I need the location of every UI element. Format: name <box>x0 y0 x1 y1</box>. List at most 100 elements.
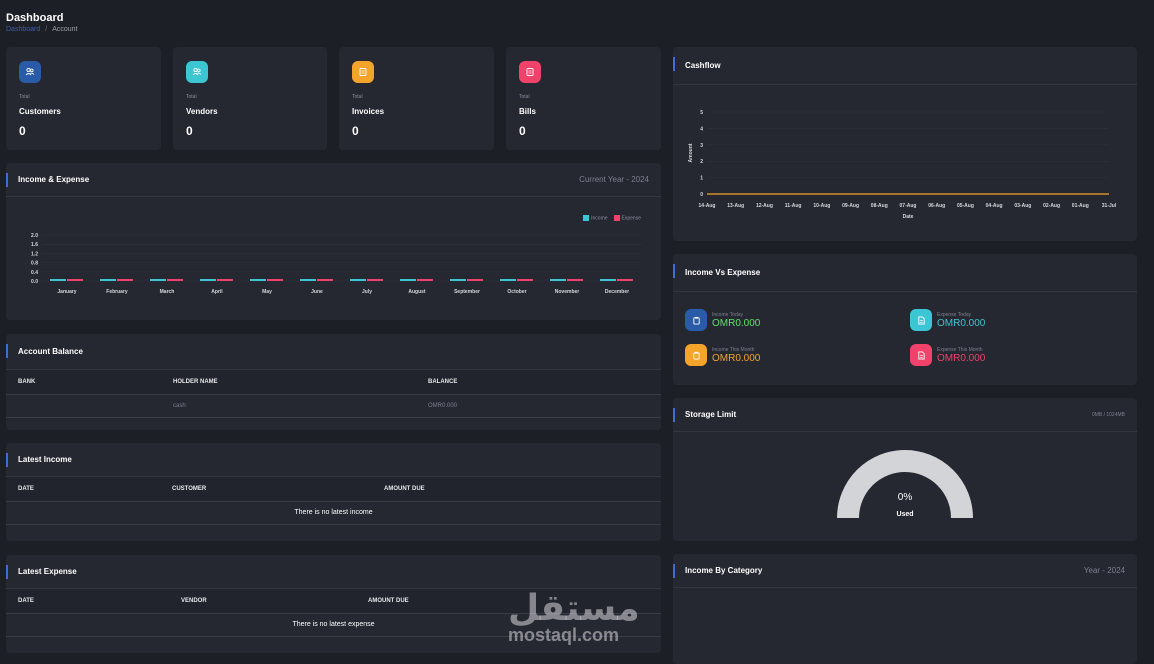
stat-caption: Total <box>186 94 197 100</box>
breadcrumb-dashboard-link[interactable]: Dashboard <box>6 26 40 33</box>
stat-label: Invoices <box>352 107 385 116</box>
column-header-vendor: VENDOR <box>169 589 356 614</box>
bar-expense <box>417 279 433 281</box>
card-header: Income Vs Expense <box>673 254 1137 292</box>
table-row: cash OMR0.000 <box>6 394 661 418</box>
cell-balance: OMR0.000 <box>416 394 661 418</box>
y-tick-label: 0.8 <box>31 261 38 267</box>
bar-income <box>100 279 116 281</box>
y-tick-label: 0.0 <box>31 279 38 285</box>
card-header: Latest Expense <box>6 555 661 589</box>
stat-value: 0 <box>519 124 526 138</box>
card-title: Storage Limit <box>685 410 737 419</box>
y-tick-label: 2.0 <box>31 233 38 239</box>
x-tick-label: 05-Aug <box>957 203 974 209</box>
x-tick-label: October <box>507 289 526 295</box>
y-tick-label: 5 <box>700 110 703 116</box>
x-tick-label: September <box>454 289 480 295</box>
card-title: Income Vs Expense <box>685 268 761 277</box>
document-icon <box>910 309 932 331</box>
x-tick-label: 11-Aug <box>785 203 802 209</box>
card-title: Income & Expense <box>18 175 90 184</box>
x-tick-label: 07-Aug <box>900 203 917 209</box>
clipboard-icon <box>685 309 707 331</box>
storage-limit-card: Storage Limit 0MB / 1024MB 0% Used <box>673 398 1137 541</box>
users-icon <box>19 61 41 83</box>
card-title: Cashflow <box>685 61 721 70</box>
x-tick-label: March <box>160 289 175 295</box>
bar-expense <box>217 279 233 281</box>
bar-income <box>150 279 166 281</box>
cashflow-card: Cashflow 0 1 2 3 4 5 14-Aug 13-Aug 12-Aug 11-Aug 1… <box>673 47 1137 241</box>
card-title: Account Balance <box>18 347 83 356</box>
stat-caption: Total <box>19 94 30 100</box>
card-header: Latest Income <box>6 443 661 477</box>
bar-expense <box>367 279 383 281</box>
x-tick-label: January <box>57 289 76 295</box>
bar-income <box>500 279 516 281</box>
expense-today-stat: Expense Today OMR0.000 <box>910 309 985 331</box>
bar-income <box>50 279 66 281</box>
stat-label: Customers <box>19 107 61 116</box>
income-by-category-card: Income By Category Year - 2024 <box>673 554 1137 664</box>
bar-expense <box>267 279 283 281</box>
card-subtitle: Current Year - 2024 <box>579 175 649 184</box>
x-tick-label: 12-Aug <box>756 203 773 209</box>
bar-expense <box>117 279 133 281</box>
column-header-holder-name: HOLDER NAME <box>161 370 416 395</box>
empty-message: There is no latest income <box>6 501 661 525</box>
x-tick-label: 04-Aug <box>986 203 1003 209</box>
stat-card-invoices: Total Invoices 0 <box>339 47 494 150</box>
x-tick-label: 31-Jul <box>1102 203 1117 209</box>
users-icon <box>186 61 208 83</box>
bar-income <box>250 279 266 281</box>
income-today-stat: Income Today OMR0.000 <box>685 309 760 331</box>
storage-gauge <box>837 450 973 519</box>
bar-expense <box>617 279 633 281</box>
bill-icon <box>519 61 541 83</box>
x-tick-label: 10-Aug <box>813 203 830 209</box>
card-title: Latest Income <box>18 455 72 464</box>
latest-income-card: Latest Income DATE CUSTOMER AMOUNT DUE T… <box>6 443 661 541</box>
watermark-arabic: مستقل <box>508 588 641 629</box>
bar-income <box>600 279 616 281</box>
stat-value: OMR0.000 <box>712 352 761 364</box>
column-header-bank: BANK <box>6 370 161 395</box>
column-header-amount-due: AMOUNT DUE <box>372 477 661 502</box>
expense-this-month-stat: Expense This Month OMR0.000 <box>910 344 985 366</box>
stat-value: 0 <box>19 124 26 138</box>
x-tick-label: November <box>555 289 580 295</box>
income-vs-expense-card: Income Vs Expense Income Today OMR0.000 … <box>673 254 1137 385</box>
card-subtitle: 0MB / 1024MB <box>1091 411 1125 418</box>
income-this-month-stat: Income This Month OMR0.000 <box>685 344 760 366</box>
bar-income <box>200 279 216 281</box>
y-axis-label: Amount <box>688 143 694 162</box>
cell-bank <box>6 394 161 418</box>
card-title: Latest Expense <box>18 567 77 576</box>
x-tick-label: 14-Aug <box>699 203 716 209</box>
x-tick-label: 06-Aug <box>928 203 945 209</box>
bar-income <box>350 279 366 281</box>
stat-label: Bills <box>519 107 536 116</box>
account-balance-table: BANK HOLDER NAME BALANCE cash OMR0.000 <box>6 370 661 418</box>
card-subtitle: Year - 2024 <box>1083 566 1125 575</box>
latest-income-table: DATE CUSTOMER AMOUNT DUE There is no lat… <box>6 477 661 525</box>
stat-value: OMR0.000 <box>712 317 761 329</box>
bar-expense <box>317 279 333 281</box>
bar-income <box>550 279 566 281</box>
x-tick-label: 13-Aug <box>727 203 744 209</box>
card-header: Account Balance <box>6 334 661 370</box>
y-tick-label: 1.6 <box>31 242 38 248</box>
x-tick-label: 01-Aug <box>1072 203 1089 209</box>
breadcrumb-current: Account <box>52 26 78 33</box>
bar-income <box>300 279 316 281</box>
x-tick-label: April <box>211 289 223 295</box>
storage-used-label: Used <box>896 511 914 518</box>
x-axis-label: Date <box>903 214 914 220</box>
stat-caption: Expense This Month <box>937 346 983 353</box>
bar-income <box>450 279 466 281</box>
y-tick-label: 3 <box>700 143 703 149</box>
stat-value: 0 <box>352 124 359 138</box>
x-tick-label: 09-Aug <box>842 203 859 209</box>
card-header: Cashflow <box>673 47 1137 85</box>
